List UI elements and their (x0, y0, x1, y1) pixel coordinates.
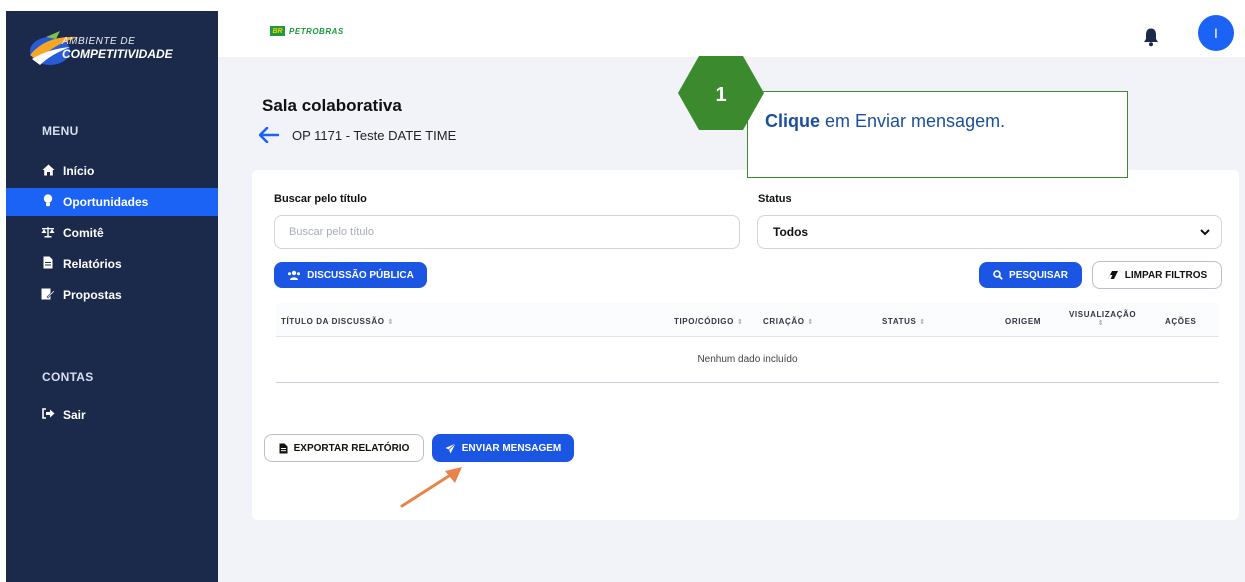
sidebar-item-label: Relatórios (63, 257, 122, 271)
column-header-title[interactable]: TÍTULO DA DISCUSSÃO ⇕ (281, 317, 394, 326)
step-number: 1 (715, 84, 727, 106)
page-subtitle: OP 1171 - Teste DATE TIME (292, 128, 457, 143)
column-header-status[interactable]: STATUS ⇕ (882, 317, 926, 326)
tutorial-callout (747, 91, 1128, 178)
sign-out-icon (40, 408, 56, 422)
logo-subtitle: AMBIENTE DE (62, 36, 136, 47)
status-select-value: Todos (773, 225, 809, 239)
users-icon (288, 270, 301, 280)
sort-icon: ⇕ (387, 319, 395, 326)
file-icon (279, 443, 288, 453)
chevron-down-icon (1200, 229, 1210, 236)
column-header-views[interactable]: VISUALIZAÇÃO ⇕ (1069, 310, 1136, 327)
column-header-type[interactable]: TIPO/CÓDIGO ⇕ (674, 317, 743, 326)
lightbulb-icon (40, 194, 56, 210)
partner-brand: BR PETROBRAS (270, 26, 344, 36)
status-select[interactable]: Todos (757, 215, 1222, 249)
eraser-icon (1107, 271, 1118, 279)
status-label: Status (758, 193, 792, 205)
avatar[interactable]: I (1198, 15, 1234, 51)
public-discussion-button[interactable]: DISCUSSÃO PÚBLICA (274, 262, 427, 288)
public-discussion-label: DISCUSSÃO PÚBLICA (307, 269, 414, 281)
search-label: Buscar pelo título (274, 193, 367, 205)
sidebar-item-comite[interactable]: Comitê (6, 219, 218, 247)
column-header-origin: ORIGEM (1005, 317, 1042, 326)
table-divider (276, 382, 1219, 383)
search-button-label: PESQUISAR (1009, 269, 1068, 281)
sidebar-item-label: Início (63, 164, 95, 178)
export-report-label: EXPORTAR RELATÓRIO (293, 442, 410, 454)
sidebar-item-label: Propostas (63, 288, 122, 302)
sort-icon: ⇕ (807, 319, 815, 326)
logout-link[interactable]: Sair (6, 401, 218, 429)
file-icon (40, 256, 56, 272)
sidebar-item-oportunidades[interactable]: Oportunidades (6, 188, 218, 216)
sidebar-item-relatorios[interactable]: Relatórios (6, 250, 218, 278)
export-report-button[interactable]: EXPORTAR RELATÓRIO (264, 434, 424, 462)
logout-label: Sair (63, 408, 86, 422)
bell-icon[interactable] (1142, 27, 1160, 47)
column-header-actions: AÇÕES (1165, 317, 1197, 326)
home-icon (40, 164, 56, 179)
sort-icon: ⇕ (736, 319, 744, 326)
sidebar-item-label: Oportunidades (63, 195, 149, 209)
clear-filters-label: LIMPAR FILTROS (1124, 269, 1208, 281)
signature-icon (40, 288, 56, 303)
logo-title: COMPETITIVIDADE (62, 47, 173, 61)
sidebar-item-propostas[interactable]: Propostas (6, 281, 218, 309)
sidebar-item-inicio[interactable]: Início (6, 157, 218, 185)
back-arrow-icon[interactable] (258, 126, 280, 147)
partner-logo: BR (270, 26, 285, 36)
sidebar: AMBIENTE DE COMPETITIVIDADE MENU Início … (6, 11, 218, 582)
page-title: Sala colaborativa (262, 96, 402, 115)
pointer-arrow-icon (400, 467, 462, 508)
sort-icon: ⇕ (1097, 320, 1105, 327)
sidebar-item-label: Comitê (63, 226, 104, 240)
tutorial-instruction: Clique em Enviar mensagem. (765, 111, 1006, 131)
search-icon (993, 270, 1003, 280)
search-button[interactable]: PESQUISAR (979, 262, 1082, 288)
empty-table-message: Nenhum dado incluído (697, 354, 798, 365)
paper-plane-icon (445, 442, 456, 453)
column-header-created[interactable]: CRIAÇÃO ⇕ (763, 317, 814, 326)
send-message-label: ENVIAR MENSAGEM (461, 442, 562, 454)
menu-heading: MENU (42, 124, 79, 138)
sort-icon: ⇕ (919, 319, 926, 326)
search-input[interactable] (274, 215, 740, 249)
clear-filters-button[interactable]: LIMPAR FILTROS (1092, 261, 1222, 289)
partner-name: PETROBRAS (289, 26, 344, 36)
top-bar: BR PETROBRAS I (218, 11, 1245, 57)
scales-icon (40, 226, 56, 241)
send-message-button[interactable]: ENVIAR MENSAGEM (432, 434, 574, 462)
accounts-heading: CONTAS (42, 370, 94, 384)
